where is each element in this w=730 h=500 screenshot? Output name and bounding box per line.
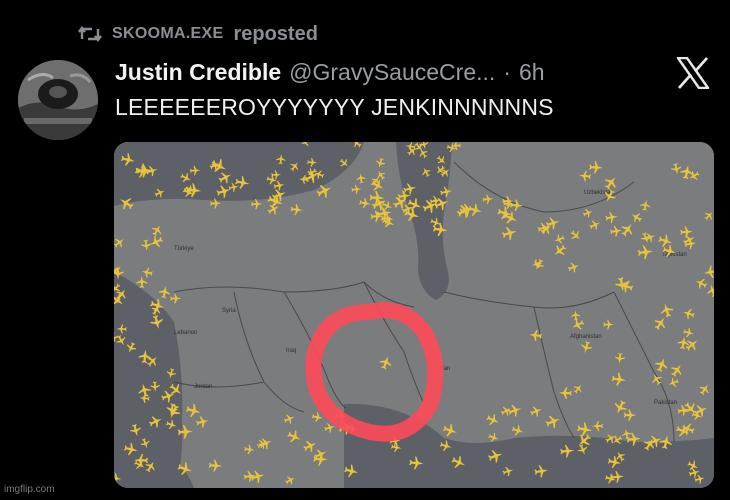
author-display-name[interactable]: Justin Credible <box>115 59 281 86</box>
map-label-lebanon: Lebanon <box>174 330 197 336</box>
post-image-map[interactable]: Türkiye Syria Lebanon Iraq Jordan Iran U… <box>114 142 714 488</box>
post-timestamp[interactable]: 6h <box>519 59 545 86</box>
x-logo-icon[interactable] <box>676 57 710 89</box>
post-text: LEEEEEEROYYYYYYY JENKINNNNNNS <box>115 94 554 120</box>
author-handle[interactable]: @GravySauceCre... <box>289 59 495 86</box>
map-label-iraq: Iraq <box>286 348 296 354</box>
separator-dot: · <box>503 58 511 85</box>
map-label-tajikistan: Tajikistan <box>662 252 687 258</box>
map-label-syria: Syria <box>222 308 236 314</box>
repost-icon <box>78 26 102 42</box>
map-label-afghanistan: Afghanistan <box>570 334 602 340</box>
post-author-line: Justin Credible @GravySauceCre... · 6h <box>115 56 545 88</box>
reposted-label: reposted <box>233 22 318 45</box>
avatar[interactable] <box>18 60 98 140</box>
map-label-jordan: Jordan <box>194 384 212 390</box>
repost-header: SKOOMA.EXE reposted <box>78 20 318 48</box>
map-label-pakistan: Pakistan <box>654 400 677 406</box>
map-label-turkey: Türkiye <box>174 246 194 252</box>
reposter-name[interactable]: SKOOMA.EXE <box>112 25 223 43</box>
watermark: imgflip.com <box>4 484 55 495</box>
